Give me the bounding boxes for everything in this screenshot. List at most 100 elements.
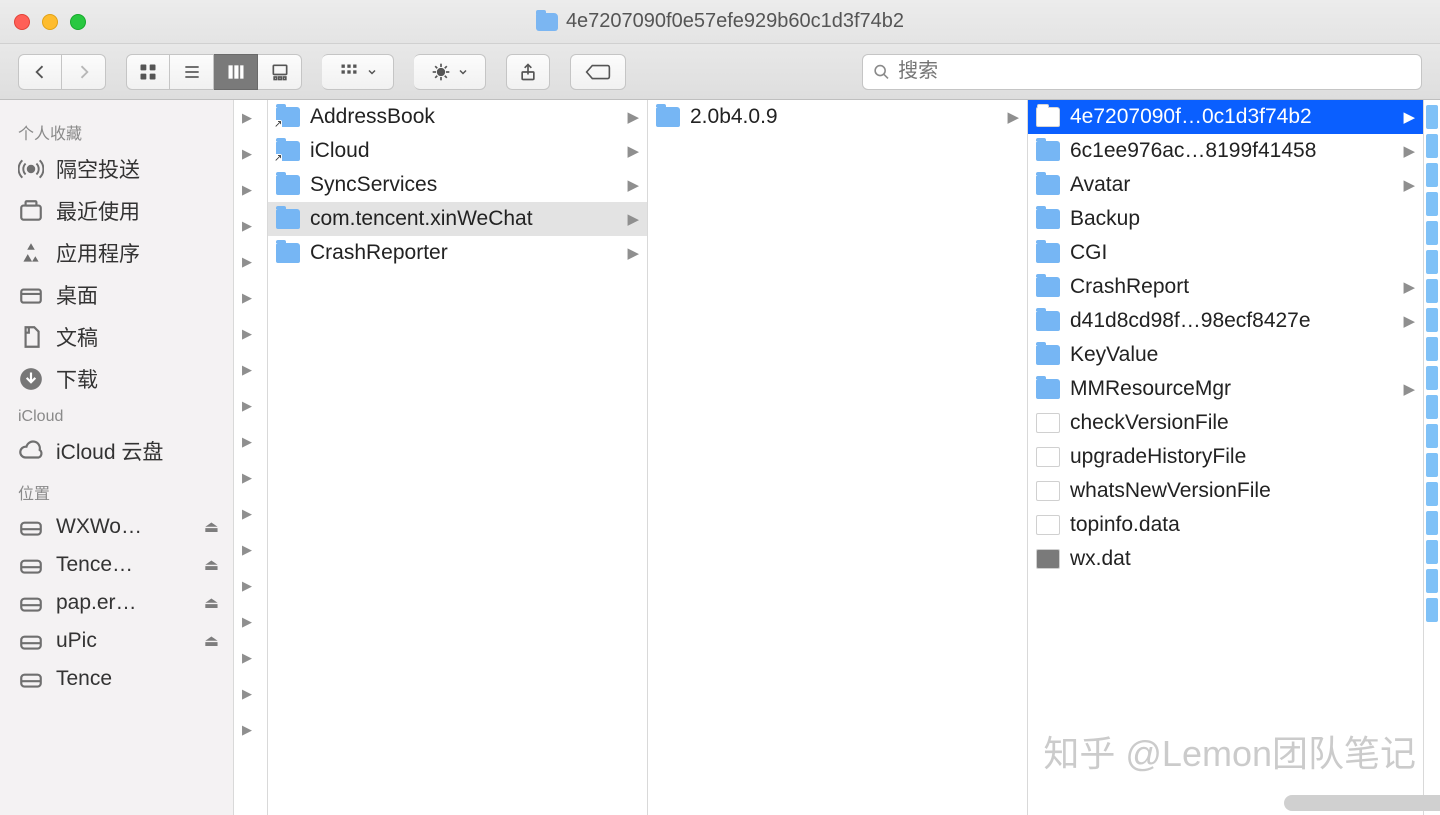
chevron-right-icon: ▶ — [621, 176, 639, 194]
icon-view-button[interactable] — [126, 54, 170, 90]
list-item[interactable]: KeyValue — [1028, 338, 1423, 372]
file-icon — [1036, 481, 1060, 501]
folder-icon — [1426, 105, 1438, 129]
sidebar-item[interactable]: Tence — [0, 660, 233, 698]
folder-icon — [536, 13, 558, 31]
docs-icon — [18, 324, 44, 350]
sidebar-item[interactable]: Tence…⏏ — [0, 546, 233, 584]
item-name: CrashReporter — [310, 241, 621, 265]
chevron-right-icon: ▶ — [621, 210, 639, 228]
list-item[interactable]: SyncServices▶ — [268, 168, 647, 202]
item-name: topinfo.data — [1070, 513, 1415, 537]
sidebar-item-label: 桌面 — [56, 280, 98, 310]
chevron-right-icon: ▶ — [1397, 108, 1415, 126]
gutter-arrow-icon: ▶ — [234, 352, 267, 388]
folder-icon — [1426, 424, 1438, 448]
arrange-button[interactable] — [322, 54, 394, 90]
item-name: Avatar — [1070, 173, 1397, 197]
list-item[interactable]: Backup — [1028, 202, 1423, 236]
list-item[interactable]: Avatar▶ — [1028, 168, 1423, 202]
disk-icon — [18, 666, 44, 692]
sidebar-item[interactable]: 最近使用 — [0, 190, 233, 232]
back-button[interactable] — [18, 54, 62, 90]
folder-icon — [1426, 337, 1438, 361]
list-item[interactable]: upgradeHistoryFile — [1028, 440, 1423, 474]
gutter-arrow-icon: ▶ — [234, 496, 267, 532]
window-controls — [14, 14, 86, 30]
tags-button[interactable] — [570, 54, 626, 90]
title-text: 4e7207090f0e57efe929b60c1d3f74b2 — [566, 10, 904, 33]
list-view-button[interactable] — [170, 54, 214, 90]
sidebar-item[interactable]: 下载 — [0, 358, 233, 400]
eject-icon[interactable]: ⏏ — [204, 555, 219, 575]
gallery-view-button[interactable] — [258, 54, 302, 90]
folder-icon — [1036, 345, 1060, 365]
list-item[interactable]: checkVersionFile — [1028, 406, 1423, 440]
list-item[interactable]: CGI — [1028, 236, 1423, 270]
list-item[interactable]: 2.0b4.0.9▶ — [648, 100, 1027, 134]
list-item[interactable]: 6c1ee976ac…8199f41458▶ — [1028, 134, 1423, 168]
sidebar-item[interactable]: 文稿 — [0, 316, 233, 358]
horizontal-scrollbar[interactable] — [1284, 795, 1440, 811]
folder-icon — [276, 243, 300, 263]
action-menu-button[interactable] — [414, 54, 486, 90]
sidebar-item[interactable]: WXWo…⏏ — [0, 508, 233, 546]
share-button[interactable] — [506, 54, 550, 90]
desktop-icon — [18, 282, 44, 308]
column-view-button[interactable] — [214, 54, 258, 90]
list-item[interactable]: AddressBook▶ — [268, 100, 647, 134]
sidebar-item[interactable]: pap.er…⏏ — [0, 584, 233, 622]
list-item[interactable]: wx.dat — [1028, 542, 1423, 576]
forward-button[interactable] — [62, 54, 106, 90]
eject-icon[interactable]: ⏏ — [204, 593, 219, 613]
folder-icon — [1036, 175, 1060, 195]
item-name: checkVersionFile — [1070, 411, 1415, 435]
sidebar-item[interactable]: 隔空投送 — [0, 148, 233, 190]
list-item[interactable]: 4e7207090f…0c1d3f74b2▶ — [1028, 100, 1423, 134]
disk-icon — [18, 552, 44, 578]
apps-icon — [18, 240, 44, 266]
item-name: 6c1ee976ac…8199f41458 — [1070, 139, 1397, 163]
folder-icon — [1036, 141, 1060, 161]
eject-icon[interactable]: ⏏ — [204, 631, 219, 651]
list-item[interactable]: MMResourceMgr▶ — [1028, 372, 1423, 406]
folder-icon — [1426, 163, 1438, 187]
disk-icon — [18, 514, 44, 540]
item-name: SyncServices — [310, 173, 621, 197]
folder-icon — [1426, 569, 1438, 593]
list-item[interactable]: d41d8cd98f…98ecf8427e▶ — [1028, 304, 1423, 338]
gutter-arrow-icon: ▶ — [234, 244, 267, 280]
item-name: whatsNewVersionFile — [1070, 479, 1415, 503]
minimize-button[interactable] — [42, 14, 58, 30]
action-group — [414, 54, 486, 90]
folder-icon — [1036, 243, 1060, 263]
fullscreen-button[interactable] — [70, 14, 86, 30]
gutter-column: ▶▶▶▶▶▶▶▶▶▶▶▶▶▶▶▶▶▶ — [234, 100, 268, 815]
search-input[interactable] — [898, 60, 1411, 83]
list-item[interactable]: whatsNewVersionFile — [1028, 474, 1423, 508]
folder-icon — [1426, 250, 1438, 274]
gutter-arrow-icon: ▶ — [234, 172, 267, 208]
sidebar-item[interactable]: uPic⏏ — [0, 622, 233, 660]
list-item[interactable]: CrashReporter▶ — [268, 236, 647, 270]
eject-icon[interactable]: ⏏ — [204, 517, 219, 537]
sidebar-item[interactable]: 应用程序 — [0, 232, 233, 274]
sidebar-item[interactable]: iCloud 云盘 — [0, 430, 233, 472]
gutter-arrow-icon: ▶ — [234, 712, 267, 748]
main-area: 个人收藏隔空投送最近使用应用程序桌面文稿下载iCloudiCloud 云盘位置W… — [0, 100, 1440, 815]
folder-icon — [656, 107, 680, 127]
list-item[interactable]: topinfo.data — [1028, 508, 1423, 542]
chevron-right-icon: ▶ — [621, 244, 639, 262]
list-item[interactable]: com.tencent.xinWeChat▶ — [268, 202, 647, 236]
folder-icon — [1426, 134, 1438, 158]
gutter-arrow-icon: ▶ — [234, 100, 267, 136]
gutter-arrow-icon: ▶ — [234, 460, 267, 496]
search-field[interactable] — [862, 54, 1422, 90]
list-item[interactable]: CrashReport▶ — [1028, 270, 1423, 304]
close-button[interactable] — [14, 14, 30, 30]
sidebar-item[interactable]: 桌面 — [0, 274, 233, 316]
gutter-arrow-icon: ▶ — [234, 640, 267, 676]
chevron-right-icon: ▶ — [1397, 312, 1415, 330]
sidebar: 个人收藏隔空投送最近使用应用程序桌面文稿下载iCloudiCloud 云盘位置W… — [0, 100, 234, 815]
list-item[interactable]: iCloud▶ — [268, 134, 647, 168]
